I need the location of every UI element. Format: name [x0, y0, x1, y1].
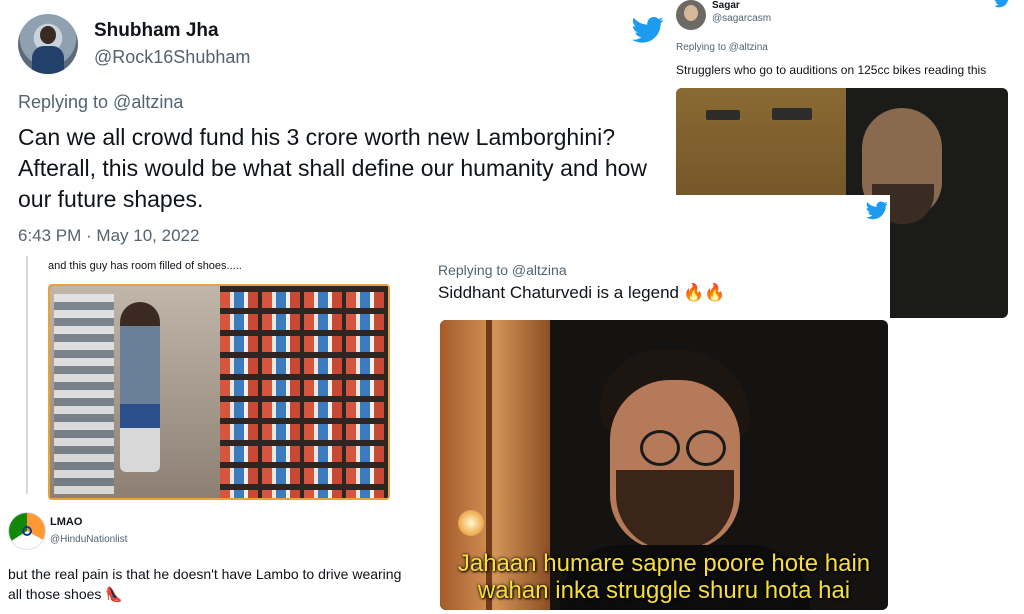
lamp-light — [458, 510, 484, 536]
fire-emoji: 🔥🔥 — [683, 283, 726, 302]
avatar[interactable] — [676, 0, 706, 30]
tweet-sagar: Sagar @sagarcasm Replying to @altzina St… — [668, 0, 1024, 84]
heel-shoe-emoji: 👠 — [105, 586, 123, 602]
tweet-text-body: but the real pain is that he doesn't hav… — [8, 566, 402, 602]
meme-caption-line1: Jahaan humare sapne poore hote hain — [457, 550, 871, 577]
tweet-lmao: LMAO @HinduNationlist but the real pain … — [0, 506, 428, 614]
meme-image-siddhant[interactable]: Jahaan humare sapne poore hote hain waha… — [440, 320, 888, 610]
shoe-room-image[interactable] — [48, 284, 390, 500]
avatar-head — [40, 26, 56, 44]
replying-to[interactable]: Replying to @altzina — [438, 262, 567, 278]
author-name[interactable]: LMAO — [50, 516, 82, 528]
avatar-body — [32, 46, 64, 74]
tweet-text-body: Siddhant Chaturvedi is a legend — [438, 283, 679, 302]
author-handle[interactable]: @sagarcasm — [712, 13, 771, 24]
thread-line — [26, 256, 28, 494]
avatar-face — [684, 5, 698, 21]
replying-to[interactable]: Replying to @altzina — [18, 92, 183, 113]
twitter-bird-icon — [994, 0, 1010, 8]
avatar[interactable] — [8, 512, 46, 550]
chakra-icon — [22, 526, 32, 536]
person-figure — [120, 302, 160, 472]
badge-shape — [772, 108, 812, 120]
shoe-wall — [220, 286, 388, 498]
avatar[interactable] — [18, 14, 78, 74]
twitter-bird-icon — [866, 201, 888, 220]
replying-to[interactable]: Replying to @altzina — [676, 42, 768, 53]
tweet-text: Strugglers who go to auditions on 125cc … — [676, 63, 987, 77]
author-handle[interactable]: @HinduNationlist — [50, 534, 127, 545]
meme-caption-line2: wahan inka struggle shuru hota hai — [477, 577, 851, 604]
tweet-text: and this guy has room filled of shoes...… — [48, 260, 242, 272]
glasses-lens — [640, 430, 680, 466]
badge-shape — [706, 110, 740, 120]
author-name[interactable]: Sagar — [712, 0, 740, 11]
shoe-shelf — [54, 294, 114, 494]
twitter-bird-icon — [632, 16, 664, 44]
tweet-text: but the real pain is that he doesn't hav… — [8, 564, 408, 604]
tweet-timestamp[interactable]: 6:43 PM · May 10, 2022 — [18, 226, 199, 246]
tweet-text: Siddhant Chaturvedi is a legend 🔥🔥 — [438, 283, 725, 303]
glasses-lens — [686, 430, 726, 466]
author-handle[interactable]: @Rock16Shubham — [94, 47, 250, 68]
author-name[interactable]: Shubham Jha — [94, 20, 219, 42]
